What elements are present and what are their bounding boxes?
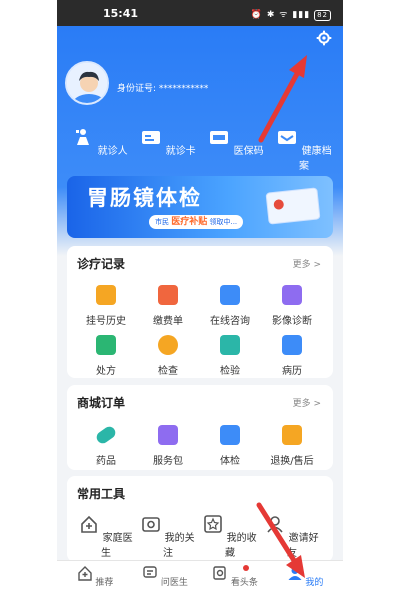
bottom-tab-bar: 推荐 问医生 看头条 我的 bbox=[57, 560, 343, 600]
records-item-imaging[interactable]: 影像诊断 bbox=[261, 285, 323, 327]
quick-action-patient[interactable]: 就诊人 bbox=[69, 128, 131, 157]
records-item-examination[interactable]: 检查 bbox=[137, 335, 199, 377]
records-more-link[interactable]: 更多 > bbox=[293, 257, 321, 270]
tab-headlines[interactable]: 看头条 bbox=[205, 565, 265, 588]
records-item-bills[interactable]: 缴费单 bbox=[137, 285, 199, 327]
records-item-online-consult[interactable]: 在线咨询 bbox=[199, 285, 261, 327]
section-title: 诊疗记录 bbox=[77, 257, 126, 271]
tab-ask-doctor[interactable]: 问医生 bbox=[135, 565, 195, 588]
item-label: 检查 bbox=[158, 366, 178, 377]
item-label: 我的关注 bbox=[163, 533, 195, 559]
invite-user-icon bbox=[267, 516, 284, 533]
family-doctor-icon bbox=[81, 515, 98, 533]
item-label: 退换/售后 bbox=[270, 456, 314, 467]
tab-label: 我的 bbox=[305, 578, 324, 588]
quick-action-label: 健康档案 bbox=[299, 146, 332, 172]
card-icon bbox=[142, 131, 161, 144]
records-item-lab-test[interactable]: 检验 bbox=[199, 335, 261, 377]
records-item-medical-record[interactable]: 病历 bbox=[261, 335, 323, 377]
mall-more-link[interactable]: 更多 > bbox=[293, 396, 321, 409]
banner-tag-highlight: 医疗补贴 bbox=[171, 217, 208, 227]
item-label: 检验 bbox=[220, 366, 240, 377]
magnifier-icon bbox=[158, 335, 178, 355]
returns-icon bbox=[282, 425, 302, 445]
avatar[interactable] bbox=[65, 61, 109, 105]
insurance-code-icon bbox=[210, 131, 229, 144]
tab-label: 推荐 bbox=[95, 578, 114, 588]
tools-item-my-follows[interactable]: 我的关注 bbox=[137, 514, 199, 559]
tab-mine[interactable]: 我的 bbox=[275, 565, 335, 588]
item-label: 在线咨询 bbox=[210, 316, 250, 327]
news-icon bbox=[213, 566, 226, 580]
patient-icon bbox=[76, 129, 90, 145]
records-item-prescription[interactable]: 处方 bbox=[75, 335, 137, 377]
status-indicators: ⏰ ✱ ᯤ ▮▮▮ bbox=[250, 10, 311, 20]
item-label: 挂号历史 bbox=[86, 316, 126, 327]
quick-action-insurance-code[interactable]: 医保码 bbox=[205, 128, 267, 157]
banner-tag-prefix: 市民 bbox=[155, 218, 169, 226]
lab-test-icon bbox=[220, 335, 240, 355]
consult-icon bbox=[220, 285, 240, 305]
gear-icon[interactable] bbox=[316, 30, 332, 46]
banner-tag-suffix: 领取中... bbox=[209, 218, 238, 226]
chat-icon bbox=[143, 566, 157, 578]
checkup-icon bbox=[220, 425, 240, 445]
calendar-icon bbox=[96, 285, 116, 305]
medical-record-icon bbox=[282, 335, 302, 355]
notification-dot bbox=[243, 565, 249, 571]
home-icon bbox=[77, 566, 92, 581]
promo-banner[interactable]: 胃肠镜体检 市民 医疗补贴 领取中... bbox=[67, 176, 333, 238]
mall-item-service-pack[interactable]: 服务包 bbox=[137, 425, 199, 467]
tools-item-invite-friends[interactable]: 邀请好友 bbox=[261, 514, 323, 559]
user-icon bbox=[288, 567, 302, 580]
bill-icon bbox=[158, 285, 178, 305]
status-bar: 15:41 ⏰ ✱ ᯤ ▮▮▮ 82 bbox=[57, 0, 343, 26]
service-pack-icon bbox=[158, 425, 178, 445]
item-label: 家庭医生 bbox=[101, 533, 133, 559]
section-title: 商城订单 bbox=[77, 396, 126, 410]
item-label: 我的收藏 bbox=[225, 533, 257, 559]
banner-tag: 市民 医疗补贴 领取中... bbox=[149, 215, 244, 229]
prescription-icon bbox=[96, 335, 116, 355]
item-label: 影像诊断 bbox=[272, 316, 312, 327]
records-item-registration-history[interactable]: 挂号历史 bbox=[75, 285, 137, 327]
status-time: 15:41 bbox=[103, 7, 139, 20]
banner-card-illustration bbox=[265, 187, 321, 225]
item-label: 体检 bbox=[220, 456, 240, 467]
item-label: 处方 bbox=[96, 366, 116, 377]
battery-icon: 82 bbox=[314, 10, 331, 21]
item-label: 服务包 bbox=[153, 456, 183, 467]
status-icons: ⏰ ✱ ᯤ ▮▮▮ 82 bbox=[251, 7, 331, 21]
quick-action-label: 就诊卡 bbox=[165, 146, 196, 157]
tools-item-family-doctor[interactable]: 家庭医生 bbox=[75, 514, 137, 559]
tab-recommend[interactable]: 推荐 bbox=[65, 565, 125, 588]
phone-screen: 15:41 ⏰ ✱ ᯤ ▮▮▮ 82 身份证号: *********** 就诊人… bbox=[57, 0, 343, 600]
item-label: 邀请好友 bbox=[287, 533, 319, 559]
item-label: 缴费单 bbox=[153, 316, 183, 327]
imaging-icon bbox=[282, 285, 302, 305]
star-icon bbox=[204, 515, 223, 533]
follow-icon bbox=[142, 517, 161, 532]
tab-label: 问医生 bbox=[160, 578, 188, 588]
tools-item-my-favorites[interactable]: 我的收藏 bbox=[199, 514, 261, 559]
mall-item-medicine[interactable]: 药品 bbox=[75, 424, 137, 467]
item-label: 病历 bbox=[282, 366, 302, 377]
mall-item-checkup[interactable]: 体检 bbox=[199, 425, 261, 467]
quick-action-health-record[interactable]: 健康档案 bbox=[273, 128, 335, 172]
tab-label: 看头条 bbox=[230, 578, 258, 588]
health-record-icon bbox=[278, 131, 297, 144]
quick-action-label: 就诊人 bbox=[97, 146, 128, 157]
quick-action-card[interactable]: 就诊卡 bbox=[137, 128, 199, 157]
section-title: 常用工具 bbox=[77, 487, 126, 501]
id-number-label: 身份证号: *********** bbox=[117, 84, 209, 94]
quick-action-label: 医保码 bbox=[233, 146, 264, 157]
mall-item-returns[interactable]: 退换/售后 bbox=[261, 425, 323, 467]
pill-icon bbox=[94, 424, 118, 446]
banner-title: 胃肠镜体检 bbox=[87, 186, 202, 210]
item-label: 药品 bbox=[96, 456, 116, 467]
